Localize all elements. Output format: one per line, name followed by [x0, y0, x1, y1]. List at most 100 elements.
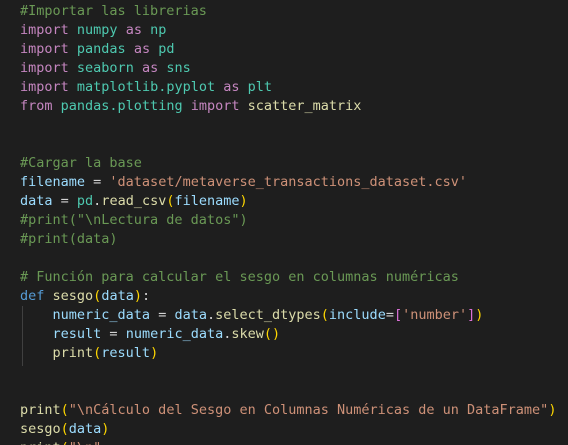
code-token: import	[20, 22, 69, 38]
code-line[interactable]: #print(data)	[20, 230, 118, 249]
code-token: matplotlib.pyplot	[76, 79, 216, 95]
code-token: 'dataset/metaverse_transactions_dataset.…	[109, 174, 468, 190]
code-token: :	[141, 288, 151, 304]
code-token: =	[101, 326, 126, 342]
code-token: =	[385, 307, 394, 323]
code-token: scatter_matrix	[247, 98, 362, 114]
code-token: select_dtypes	[215, 307, 321, 323]
code-line[interactable]: import matplotlib.pyplot as plt	[20, 78, 272, 97]
code-line[interactable]: result = numeric_data.skew()	[20, 325, 281, 344]
code-token: [	[393, 307, 403, 323]
code-token: data	[101, 288, 134, 304]
code-line[interactable]: print(result)	[20, 344, 159, 363]
code-token: def	[20, 288, 45, 304]
code-token: from	[20, 98, 53, 114]
code-line[interactable]: print("\nCálculo del Sesgo en Columnas N…	[20, 401, 556, 420]
code-token: import	[20, 41, 69, 57]
code-token: import	[20, 79, 69, 95]
code-line[interactable]: #Cargar la base	[20, 154, 142, 173]
code-token: as	[133, 41, 151, 57]
code-token: (	[60, 402, 69, 418]
code-token: (	[61, 440, 69, 445]
code-token: seaborn	[76, 60, 134, 76]
code-editor[interactable]: #Importar las librerias import numpy as n…	[0, 0, 568, 445]
code-line[interactable]: numeric_data = data.select_dtypes(includ…	[20, 306, 484, 325]
code-token: =	[150, 307, 175, 323]
code-line[interactable]: import numpy as np	[20, 21, 166, 40]
code-line[interactable]: data = pd.read_csv(filename)	[20, 192, 248, 211]
code-token: read_csv	[101, 193, 167, 209]
code-line[interactable]: filename = 'dataset/metaverse_transactio…	[20, 173, 467, 192]
code-token: sns	[166, 60, 191, 76]
code-token: )	[475, 307, 484, 323]
code-token: as	[223, 79, 240, 95]
code-token: # Función para calcular el sesgo en colu…	[20, 269, 459, 285]
code-token: print	[52, 345, 94, 361]
code-line[interactable]: #print("\nLectura de datos")	[20, 211, 248, 230]
code-token: result	[52, 326, 102, 342]
code-token: import	[190, 98, 240, 114]
code-token: #print("\nLectura de datos")	[20, 212, 248, 228]
code-token: sesgo	[20, 421, 61, 437]
code-token: numeric_data	[125, 326, 224, 342]
code-line[interactable]: import pandas as pd	[20, 40, 175, 59]
code-token: skew	[231, 326, 264, 342]
code-token: print	[20, 440, 61, 445]
code-token: data	[174, 307, 207, 323]
code-token: )	[548, 402, 557, 418]
code-token: include	[328, 307, 386, 323]
code-token: ()	[263, 326, 281, 342]
code-line[interactable]: #Importar las librerias	[20, 2, 207, 21]
code-token: .	[206, 307, 216, 323]
code-token: (	[320, 307, 329, 323]
code-token: pd	[76, 193, 94, 209]
code-token: pandas.plotting	[60, 98, 183, 114]
code-token: #Cargar la base	[20, 155, 142, 171]
code-token: )	[101, 421, 110, 437]
code-token: print	[20, 402, 61, 418]
code-token: #print(data)	[20, 231, 118, 247]
code-token: as	[141, 60, 159, 76]
code-token: filename	[174, 193, 240, 209]
code-token: plt	[247, 79, 273, 95]
code-token: (	[60, 421, 69, 437]
code-token: sesgo	[52, 288, 94, 304]
code-token: )	[239, 193, 248, 209]
code-token: filename	[20, 174, 86, 190]
code-token: 'number'	[402, 307, 468, 323]
code-line[interactable]: # Función para calcular el sesgo en colu…	[20, 268, 459, 287]
code-token: import	[20, 60, 69, 76]
code-line[interactable]: from pandas.plotting import scatter_matr…	[20, 97, 361, 116]
code-token: =	[85, 174, 110, 190]
code-line[interactable]: def sesgo(data):	[20, 287, 150, 306]
code-line[interactable]: import seaborn as sns	[20, 59, 191, 78]
code-token: numeric_data	[52, 307, 151, 323]
code-token: numpy	[76, 22, 118, 38]
code-token: )	[150, 345, 159, 361]
code-token: pandas	[76, 41, 126, 57]
code-token: )	[133, 288, 142, 304]
code-line[interactable]: print("\n"...	[20, 439, 126, 445]
code-token: ...	[101, 440, 125, 445]
code-token: data	[20, 193, 53, 209]
code-line[interactable]: sesgo(data)	[20, 420, 109, 439]
code-token: =	[52, 193, 77, 209]
code-token: data	[68, 421, 102, 437]
code-token: result	[101, 345, 151, 361]
